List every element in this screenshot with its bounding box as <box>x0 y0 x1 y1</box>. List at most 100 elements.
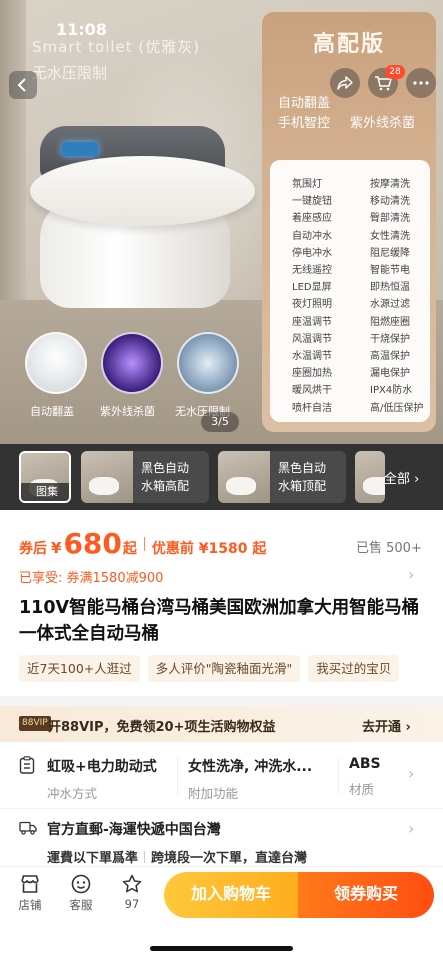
chevron-right-icon: › <box>405 720 411 735</box>
spec-highlight: 自动翻盖 <box>278 96 331 111</box>
shipping-row[interactable]: 官方直郵-海運快遞中国台灣 運費以下單爲準 跨境段一次下單，直達台灣 › <box>0 808 443 870</box>
spec-feature-item: 移动清洗 <box>370 196 410 208</box>
attribute-separator <box>338 758 339 794</box>
price-separator <box>143 536 145 551</box>
social-proof-chips: 近7天100+人逛过 多人评价"陶瓷釉面光滑" 我买过的宝贝 <box>19 655 400 682</box>
spec-feature-item: 暖风烘干 <box>292 385 332 397</box>
spec-feature-item: 水温调节 <box>292 351 332 363</box>
chevron-left-icon <box>17 78 26 92</box>
more-icon <box>413 81 429 85</box>
spec-highlight: 紫外线杀菌 <box>350 116 416 131</box>
coupon-enjoyed[interactable]: 已享受: 券满1580减900 <box>19 567 163 586</box>
share-button[interactable] <box>330 68 360 98</box>
spec-feature-item: 无线遥控 <box>292 265 332 277</box>
spec-feature-item: IPX4防水 <box>370 385 413 397</box>
price-amount: 680 <box>63 527 122 560</box>
spec-feature-item: 停电冲水 <box>292 247 332 259</box>
attribute-extra-function: 女性洗净, 冲洗水... 附加功能 <box>188 759 313 801</box>
attribute-material: ABS 材质 <box>349 756 381 797</box>
strip-variant-title: 黑色自动 水箱高配 <box>141 461 190 493</box>
strip-thumb-variant[interactable]: 黑色自动 水箱顶配 <box>218 451 346 503</box>
vip-open-button[interactable]: 去开通 › <box>362 716 411 735</box>
spec-feature-item: 高温保护 <box>370 351 410 363</box>
customer-service-button[interactable]: 客服 <box>61 873 101 913</box>
hero-product-name: Smart toilet (优雅灰) <box>32 38 201 56</box>
clipboard-icon <box>19 756 35 774</box>
shipping-method: 官方直郵-海運快遞中国台灣 <box>47 822 221 838</box>
spec-feature-item: 着座感应 <box>292 213 332 225</box>
chip-review-highlight[interactable]: 多人评价"陶瓷釉面光滑" <box>147 655 301 682</box>
price-qi: 起 <box>122 541 137 557</box>
buy-with-coupon-button[interactable]: 领券购买 <box>298 872 434 918</box>
spec-feature-item: 干烧保护 <box>370 333 410 345</box>
spec-feature-item: 一键旋钮 <box>292 196 332 208</box>
spec-feature-item: 氛围灯 <box>292 179 322 190</box>
attribute-separator <box>177 758 178 794</box>
chevron-right-icon[interactable]: › <box>408 764 414 783</box>
feature-thumb-label: 自动翻盖 <box>30 405 74 418</box>
chevron-right-icon[interactable]: › <box>408 819 414 838</box>
attributes-row[interactable]: 虹吸+电力助动式 冲水方式 女性洗净, 冲洗水... 附加功能 ABS 材质 › <box>0 742 443 808</box>
feature-thumb-uv <box>101 332 163 394</box>
shipping-notes: 運費以下單爲準 跨境段一次下單，直達台灣 <box>47 851 308 866</box>
section-divider <box>0 696 443 706</box>
spec-feature-item: 座圈加热 <box>292 368 332 380</box>
chip-purchased-before[interactable]: 我买过的宝贝 <box>308 655 400 682</box>
back-button[interactable] <box>9 71 37 99</box>
strip-thumb-gallery[interactable]: 图集 <box>19 451 71 503</box>
home-indicator <box>150 946 293 951</box>
cart-button[interactable]: 28 <box>368 65 405 98</box>
view-all-button[interactable]: 全部 › <box>384 468 419 487</box>
star-icon <box>122 874 142 893</box>
shop-button[interactable]: 店铺 <box>10 873 50 913</box>
strip-thumb-partial[interactable] <box>355 451 385 503</box>
sold-count: 已售 500+ <box>356 541 422 556</box>
price-currency: ¥ <box>51 539 62 557</box>
price-row: 券后 ¥ 680 起 优惠前 ¥1580 起 <box>19 527 266 560</box>
tank-display <box>62 142 98 156</box>
price-label: 券后 <box>19 541 47 557</box>
hero-feature-line: 无水压限制 <box>32 64 108 82</box>
spec-grid: 氛围灯 按摩清洗 一键旋钮 移动清洗 着座感应 臀部清洗 自动冲水 女性清洗 停电冲水 阻尼缓降无… <box>292 176 430 417</box>
chip-recent-visitors[interactable]: 近7天100+人逛过 <box>19 655 140 682</box>
toilet-seat <box>30 156 255 226</box>
more-button[interactable] <box>406 68 436 98</box>
spec-panel-title: 高配版 <box>312 32 385 57</box>
spec-feature-item: 高/低压保护 <box>370 402 424 414</box>
favorite-button[interactable]: 97 <box>112 873 152 911</box>
feature-thumb-label: 紫外线杀菌 <box>100 405 155 418</box>
gallery-page-indicator: 3/5 <box>201 412 239 432</box>
original-price: 优惠前 ¥1580 起 <box>151 541 267 557</box>
feature-thumb-no-pressure <box>177 332 239 394</box>
strip-thumb-image <box>81 451 133 503</box>
spec-feature-item: 喷杆自洁 <box>292 402 332 414</box>
spec-feature-item: 自动冲水 <box>292 230 332 242</box>
spec-highlight: 手机智控 <box>278 116 331 131</box>
feature-thumb-auto-lid <box>25 332 87 394</box>
cart-badge: 28 <box>385 65 405 79</box>
gallery-thumbnail-strip[interactable]: 图集 黑色自动 水箱高配 黑色自动 水箱顶配 全部 › <box>0 444 443 510</box>
spec-feature-item: 阻燃座圈 <box>370 316 410 328</box>
spec-feature-item: 夜灯照明 <box>292 299 332 311</box>
vip-banner[interactable]: 88VIP 开88VIP，免费领20+项生活购物权益 去开通 › <box>0 706 443 742</box>
spec-feature-item: 座温调节 <box>292 316 332 328</box>
chevron-right-icon[interactable]: › <box>408 565 414 584</box>
spec-feature-list: 氛围灯 按摩清洗 一键旋钮 移动清洗 着座感应 臀部清洗 自动冲水 女性清洗 停电冲水 阻尼缓降无… <box>270 160 430 422</box>
spec-feature-item: 漏电保护 <box>370 368 410 380</box>
spec-feature-item: 即热恒温 <box>370 282 410 294</box>
vip-text: 开88VIP，免费领20+项生活购物权益 <box>48 720 276 735</box>
spec-feature-item: 风温调节 <box>292 333 332 345</box>
attribute-flush-type: 虹吸+电力助动式 冲水方式 <box>47 759 157 801</box>
truck-icon <box>19 821 37 835</box>
spec-feature-item: 阻尼缓降 <box>370 247 410 259</box>
share-icon <box>337 76 353 90</box>
spec-feature-item: 女性清洗 <box>370 230 410 242</box>
strip-thumb-variant[interactable]: 黑色自动 水箱高配 <box>81 451 209 503</box>
spec-feature-item: LED显屏 <box>292 282 332 294</box>
toilet-image <box>30 126 260 316</box>
vip-badge: 88VIP <box>19 716 51 731</box>
strip-thumb-image <box>218 451 270 503</box>
strip-thumb-image <box>355 451 385 503</box>
add-to-cart-button[interactable]: 加入购物车 <box>164 872 298 918</box>
product-gallery[interactable]: 11:08 72 Smart toilet (优雅灰) 无水压限制 高配版 自动… <box>0 0 443 444</box>
